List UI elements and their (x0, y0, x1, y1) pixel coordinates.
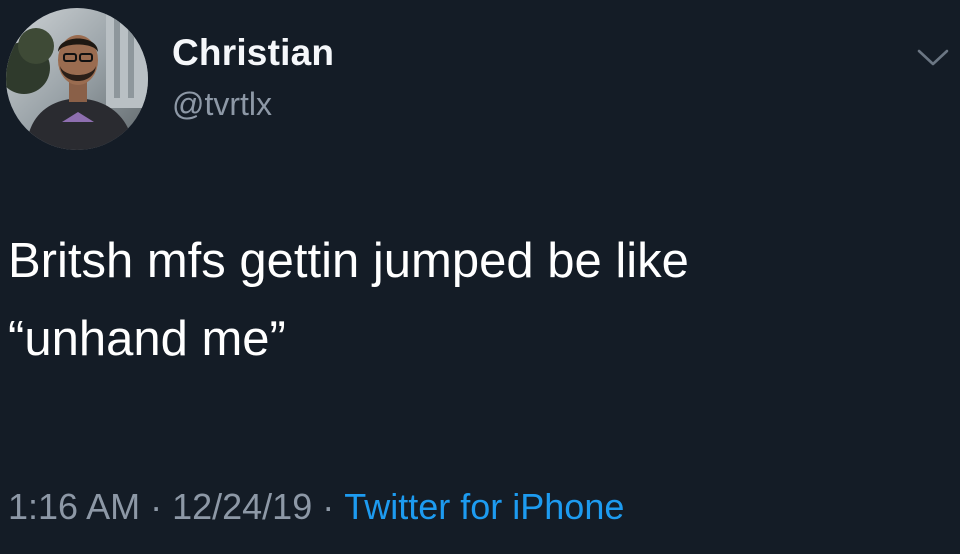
avatar-image (6, 8, 148, 150)
display-name[interactable]: Christian (172, 32, 334, 74)
tweet-time[interactable]: 1:16 AM (8, 486, 140, 527)
tweet-text: Britsh mfs gettin jumped be like “unhand… (8, 222, 938, 378)
avatar[interactable] (6, 8, 148, 150)
separator: · (150, 486, 163, 527)
separator: · (322, 486, 335, 527)
tweet-text-line: “unhand me” (8, 312, 286, 366)
user-handle[interactable]: @tvrtlx (172, 86, 272, 123)
tweet-date[interactable]: 12/24/19 (172, 486, 312, 527)
chevron-down-icon[interactable] (916, 44, 950, 70)
tweet-source-link[interactable]: Twitter for iPhone (344, 486, 624, 527)
tweet-text-line: Britsh mfs gettin jumped be like (8, 234, 689, 288)
tweet-meta: 1:16 AM · 12/24/19 · Twitter for iPhone (8, 486, 624, 528)
tweet-card: Christian @tvrtlx Britsh mfs gettin jump… (0, 0, 960, 554)
